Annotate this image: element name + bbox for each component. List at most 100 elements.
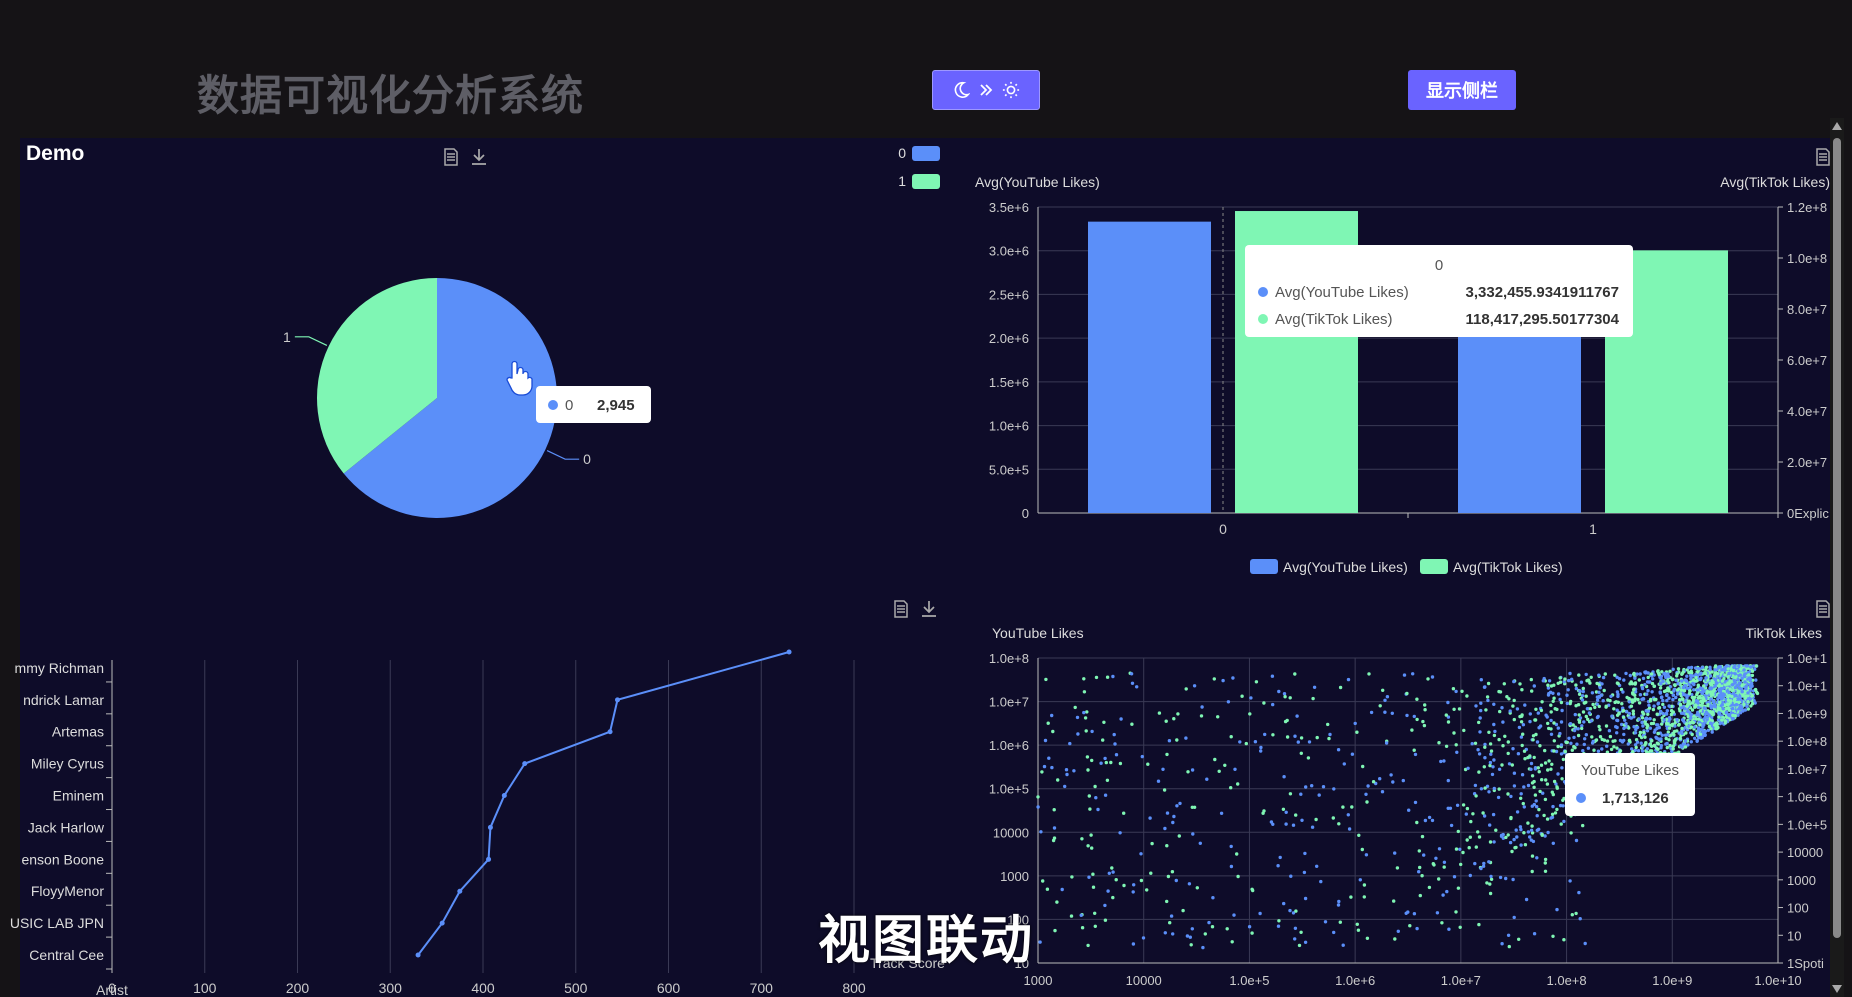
sun-icon[interactable]	[1002, 81, 1020, 99]
scatter-point	[1702, 684, 1706, 688]
scatter-point	[1104, 760, 1108, 765]
show-sidebar-button[interactable]: 显示侧栏	[1408, 70, 1516, 110]
download-icon[interactable]	[919, 599, 939, 619]
scatter-point	[1327, 736, 1331, 741]
scatter-point	[1661, 698, 1665, 703]
scatter-point	[1085, 710, 1089, 714]
scatter-point	[1631, 692, 1635, 696]
pie-label-line	[546, 450, 580, 460]
scatter-point	[1306, 756, 1311, 760]
scatter-point	[1644, 741, 1648, 745]
scatter-point	[1471, 812, 1475, 816]
scatter-point	[1726, 694, 1730, 698]
scatter-point	[1635, 740, 1640, 744]
scatter-point	[1726, 698, 1731, 702]
scatter-point	[1745, 704, 1749, 709]
scatter-point	[1727, 702, 1731, 706]
scatter-point	[1574, 838, 1579, 843]
scroll-thumb[interactable]	[1833, 138, 1841, 938]
scatter-point	[1107, 871, 1111, 875]
y-right-axis-title: Avg(TikTok Likes)	[1720, 174, 1830, 190]
scatter-point	[1717, 711, 1721, 715]
pie-chart[interactable]: 0 1 0 1 0 2,945	[0, 0, 960, 560]
scatter-point	[1696, 696, 1700, 700]
scatter-point	[1051, 729, 1055, 734]
data-view-icon[interactable]	[1814, 599, 1830, 619]
line-chart[interactable]: 0 100 200 300 400 500 600 700 800Central CeeUSIC…	[0, 640, 960, 997]
scatter-point	[1630, 698, 1634, 702]
scatter-point	[1355, 730, 1359, 734]
scatter-point	[1637, 701, 1642, 705]
y-right-tick-label: 4.0e+7	[1787, 404, 1827, 419]
scatter-point	[1584, 672, 1588, 677]
scatter-point	[1200, 705, 1204, 709]
data-view-icon[interactable]	[891, 599, 911, 619]
y-tick-label: Miley Cyrus	[31, 756, 104, 772]
scatter-point	[1384, 741, 1389, 745]
scatter-point	[1632, 725, 1636, 729]
scatter-point	[1311, 696, 1315, 701]
scatter-point	[1449, 823, 1454, 828]
scatter-point	[1664, 712, 1669, 716]
scatter-point	[1068, 741, 1072, 746]
scatter-point	[1467, 846, 1471, 850]
scroll-up-icon[interactable]	[1832, 122, 1842, 130]
scatter-point	[1364, 853, 1369, 857]
scatter-point	[1487, 860, 1491, 864]
scatter-point	[1473, 861, 1477, 866]
tooltip-dot	[548, 400, 558, 410]
scatter-point	[1656, 669, 1660, 673]
scatter-point	[1364, 792, 1368, 796]
bar-chart[interactable]: 0 5.0e+5 1.0e+6 1.5e+6 2.0e+6 2.5e+6 3.0e+6 3.5…	[960, 140, 1830, 580]
scatter-point	[1482, 765, 1486, 769]
scatter-point	[1141, 936, 1146, 940]
pie-label: 1	[283, 329, 291, 345]
scatter-point	[1103, 756, 1107, 761]
scatter-point	[1210, 925, 1215, 929]
scatter-point	[1396, 929, 1400, 933]
scatter-point	[1418, 865, 1422, 870]
scatter-point	[1533, 718, 1538, 722]
scatter-point	[1660, 695, 1664, 699]
scatter-point	[1276, 864, 1280, 868]
bar-1-0[interactable]	[1458, 315, 1581, 513]
scatter-chart[interactable]: 10 100 1000 10000 1.0e+5 1.0e+6 1.0e+7 1.0e+8 1S…	[960, 620, 1830, 997]
scatter-point	[1042, 764, 1047, 769]
scatter-point	[1577, 713, 1581, 717]
scatter-point	[1483, 745, 1487, 749]
scatter-point	[1223, 763, 1227, 767]
scatter-point	[1082, 690, 1087, 694]
scatter-point	[1310, 825, 1315, 829]
scatter-point	[1163, 826, 1167, 831]
scrollbar[interactable]	[1830, 118, 1844, 997]
bar-0-0[interactable]	[1088, 221, 1211, 513]
scatter-point	[1454, 847, 1459, 851]
scatter-point	[1458, 925, 1462, 929]
scatter-point	[1488, 760, 1493, 765]
scatter-point	[1640, 685, 1644, 690]
scatter-point	[1112, 732, 1116, 737]
scatter-point	[1165, 899, 1169, 904]
y-tick-label: 1000	[1000, 869, 1029, 884]
scatter-point	[1647, 703, 1651, 707]
scatter-point	[1483, 786, 1487, 790]
scatter-point	[1635, 672, 1639, 676]
scatter-point	[1496, 795, 1501, 800]
scatter-point	[1697, 713, 1701, 717]
scatter-point	[1198, 841, 1202, 845]
scatter-point	[1708, 667, 1712, 672]
scatter-point	[1541, 679, 1545, 683]
scatter-point	[1536, 766, 1540, 770]
scatter-point	[1039, 830, 1043, 834]
scroll-down-icon[interactable]	[1832, 985, 1842, 993]
scatter-point	[1357, 833, 1361, 837]
scatter-point	[1627, 738, 1632, 742]
y-right-tick-label: 2.0e+7	[1787, 455, 1827, 470]
scatter-point	[1749, 685, 1753, 689]
scatter-point	[1331, 816, 1335, 820]
scatter-point	[1139, 852, 1143, 856]
pie-tooltip: 0 2,945	[536, 386, 651, 423]
scatter-point	[1504, 835, 1508, 840]
scatter-point	[1323, 920, 1328, 924]
scatter-point	[1532, 932, 1537, 936]
